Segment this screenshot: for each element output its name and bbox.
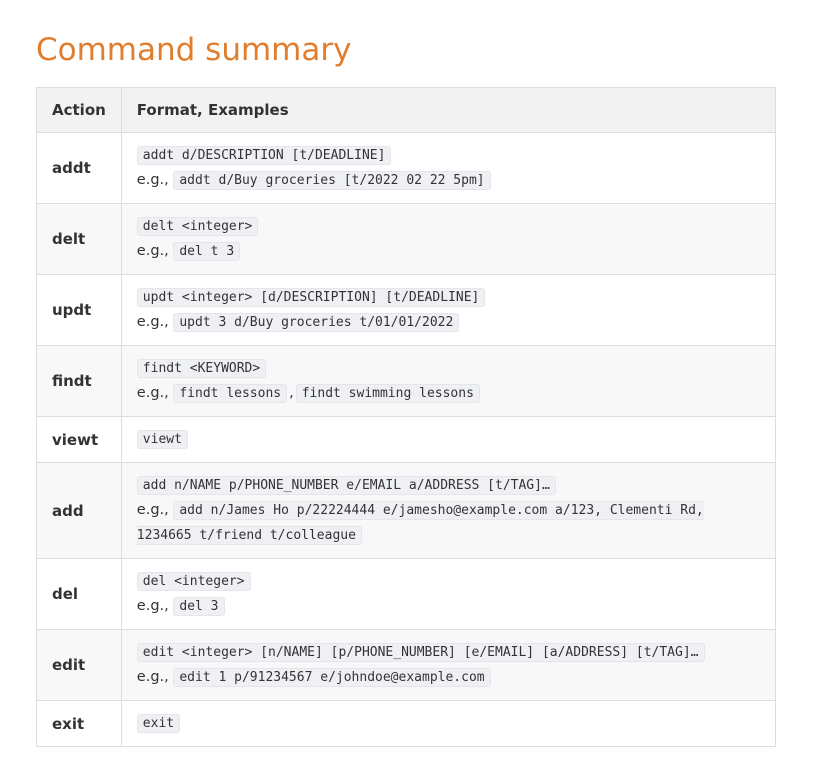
action-cell: findt xyxy=(36,345,122,417)
format-cell: delt <integer> e.g., del t 3 xyxy=(120,203,777,275)
format-cell: updt <integer> [d/DESCRIPTION] [t/DEADLI… xyxy=(120,274,777,346)
action-cell: updt xyxy=(36,274,122,346)
format-cell: del <integer> e.g., del 3 xyxy=(120,558,777,630)
table-row-updt: updt updt <integer> [d/DESCRIPTION] [t/DE… xyxy=(36,274,777,346)
example-code: edit 1 p/91234567 e/johndoe@example.com xyxy=(173,668,491,687)
format-cell: viewt xyxy=(120,416,777,463)
table-row-viewt: viewt viewt xyxy=(36,416,777,463)
table-row-exit: exit exit xyxy=(36,700,777,747)
table-row-findt: findt findt <KEYWORD> e.g., findt lessons,… xyxy=(36,345,777,417)
format-cell: edit <integer> [n/NAME] [p/PHONE_NUMBER]… xyxy=(120,629,777,701)
format-code: edit <integer> [n/NAME] [p/PHONE_NUMBER]… xyxy=(136,643,705,662)
action-cell: addt xyxy=(36,132,122,204)
format-cell: exit xyxy=(120,700,777,747)
table-row-addt: addt addt d/DESCRIPTION [t/DEADLINE] e.g.,… xyxy=(36,132,777,204)
example-label: e.g., xyxy=(136,314,169,330)
format-code: addt d/DESCRIPTION [t/DEADLINE] xyxy=(136,146,392,165)
format-code: del <integer> xyxy=(136,572,251,591)
header-format-examples: Format, Examples xyxy=(120,87,777,133)
format-cell: addt d/DESCRIPTION [t/DEADLINE] e.g., add… xyxy=(120,132,777,204)
example-label: e.g., xyxy=(136,669,169,685)
table-header-row: Action Format, Examples xyxy=(36,87,777,133)
format-code: add n/NAME p/PHONE_NUMBER e/EMAIL a/ADDR… xyxy=(136,476,556,495)
table-body: addt addt d/DESCRIPTION [t/DEADLINE] e.g.,… xyxy=(36,132,777,747)
example-code: updt 3 d/Buy groceries t/01/01/2022 xyxy=(173,313,460,332)
example-separator: , xyxy=(289,385,294,401)
example-code: del t 3 xyxy=(173,242,241,261)
format-code: viewt xyxy=(136,430,188,449)
action-cell: exit xyxy=(36,700,122,747)
table-row-edit: edit edit <integer> [n/NAME] [p/PHONE_NUM… xyxy=(36,629,777,701)
format-cell: findt <KEYWORD> e.g., findt lessons, findt… xyxy=(120,345,777,417)
example-code: findt lessons xyxy=(173,384,288,403)
header-action: Action xyxy=(36,87,122,133)
example-label: e.g., xyxy=(136,243,169,259)
example-label: e.g., xyxy=(136,172,169,188)
example-code: findt swimming lessons xyxy=(295,384,480,403)
example-label: e.g., xyxy=(136,385,169,401)
action-cell: add xyxy=(36,462,122,559)
page: Command summary Action Format, Examples … xyxy=(0,0,837,747)
table-row-delt: delt delt <integer> e.g., del t 3 xyxy=(36,203,777,275)
example-code: del 3 xyxy=(173,597,225,616)
example-code: add n/James Ho p/22224444 e/jamesho@exam… xyxy=(136,501,704,545)
format-code: findt <KEYWORD> xyxy=(136,359,267,378)
table-row-del: del del <integer> e.g., del 3 xyxy=(36,558,777,630)
example-code: addt d/Buy groceries [t/2022 02 22 5pm] xyxy=(173,171,491,190)
action-cell: delt xyxy=(36,203,122,275)
action-cell: viewt xyxy=(36,416,122,463)
format-code: updt <integer> [d/DESCRIPTION] [t/DEADLI… xyxy=(136,288,486,307)
example-label: e.g., xyxy=(136,502,169,518)
section-title: Command summary xyxy=(36,32,352,68)
action-cell: del xyxy=(36,558,122,630)
example-label: e.g., xyxy=(136,598,169,614)
format-cell: add n/NAME p/PHONE_NUMBER e/EMAIL a/ADDR… xyxy=(120,462,777,559)
table-row-add: add add n/NAME p/PHONE_NUMBER e/EMAIL a/A… xyxy=(36,462,777,559)
format-code: exit xyxy=(136,714,181,733)
action-cell: edit xyxy=(36,629,122,701)
format-code: delt <integer> xyxy=(136,217,259,236)
command-summary-table: Action Format, Examples addt addt d/DESCR… xyxy=(36,87,777,747)
